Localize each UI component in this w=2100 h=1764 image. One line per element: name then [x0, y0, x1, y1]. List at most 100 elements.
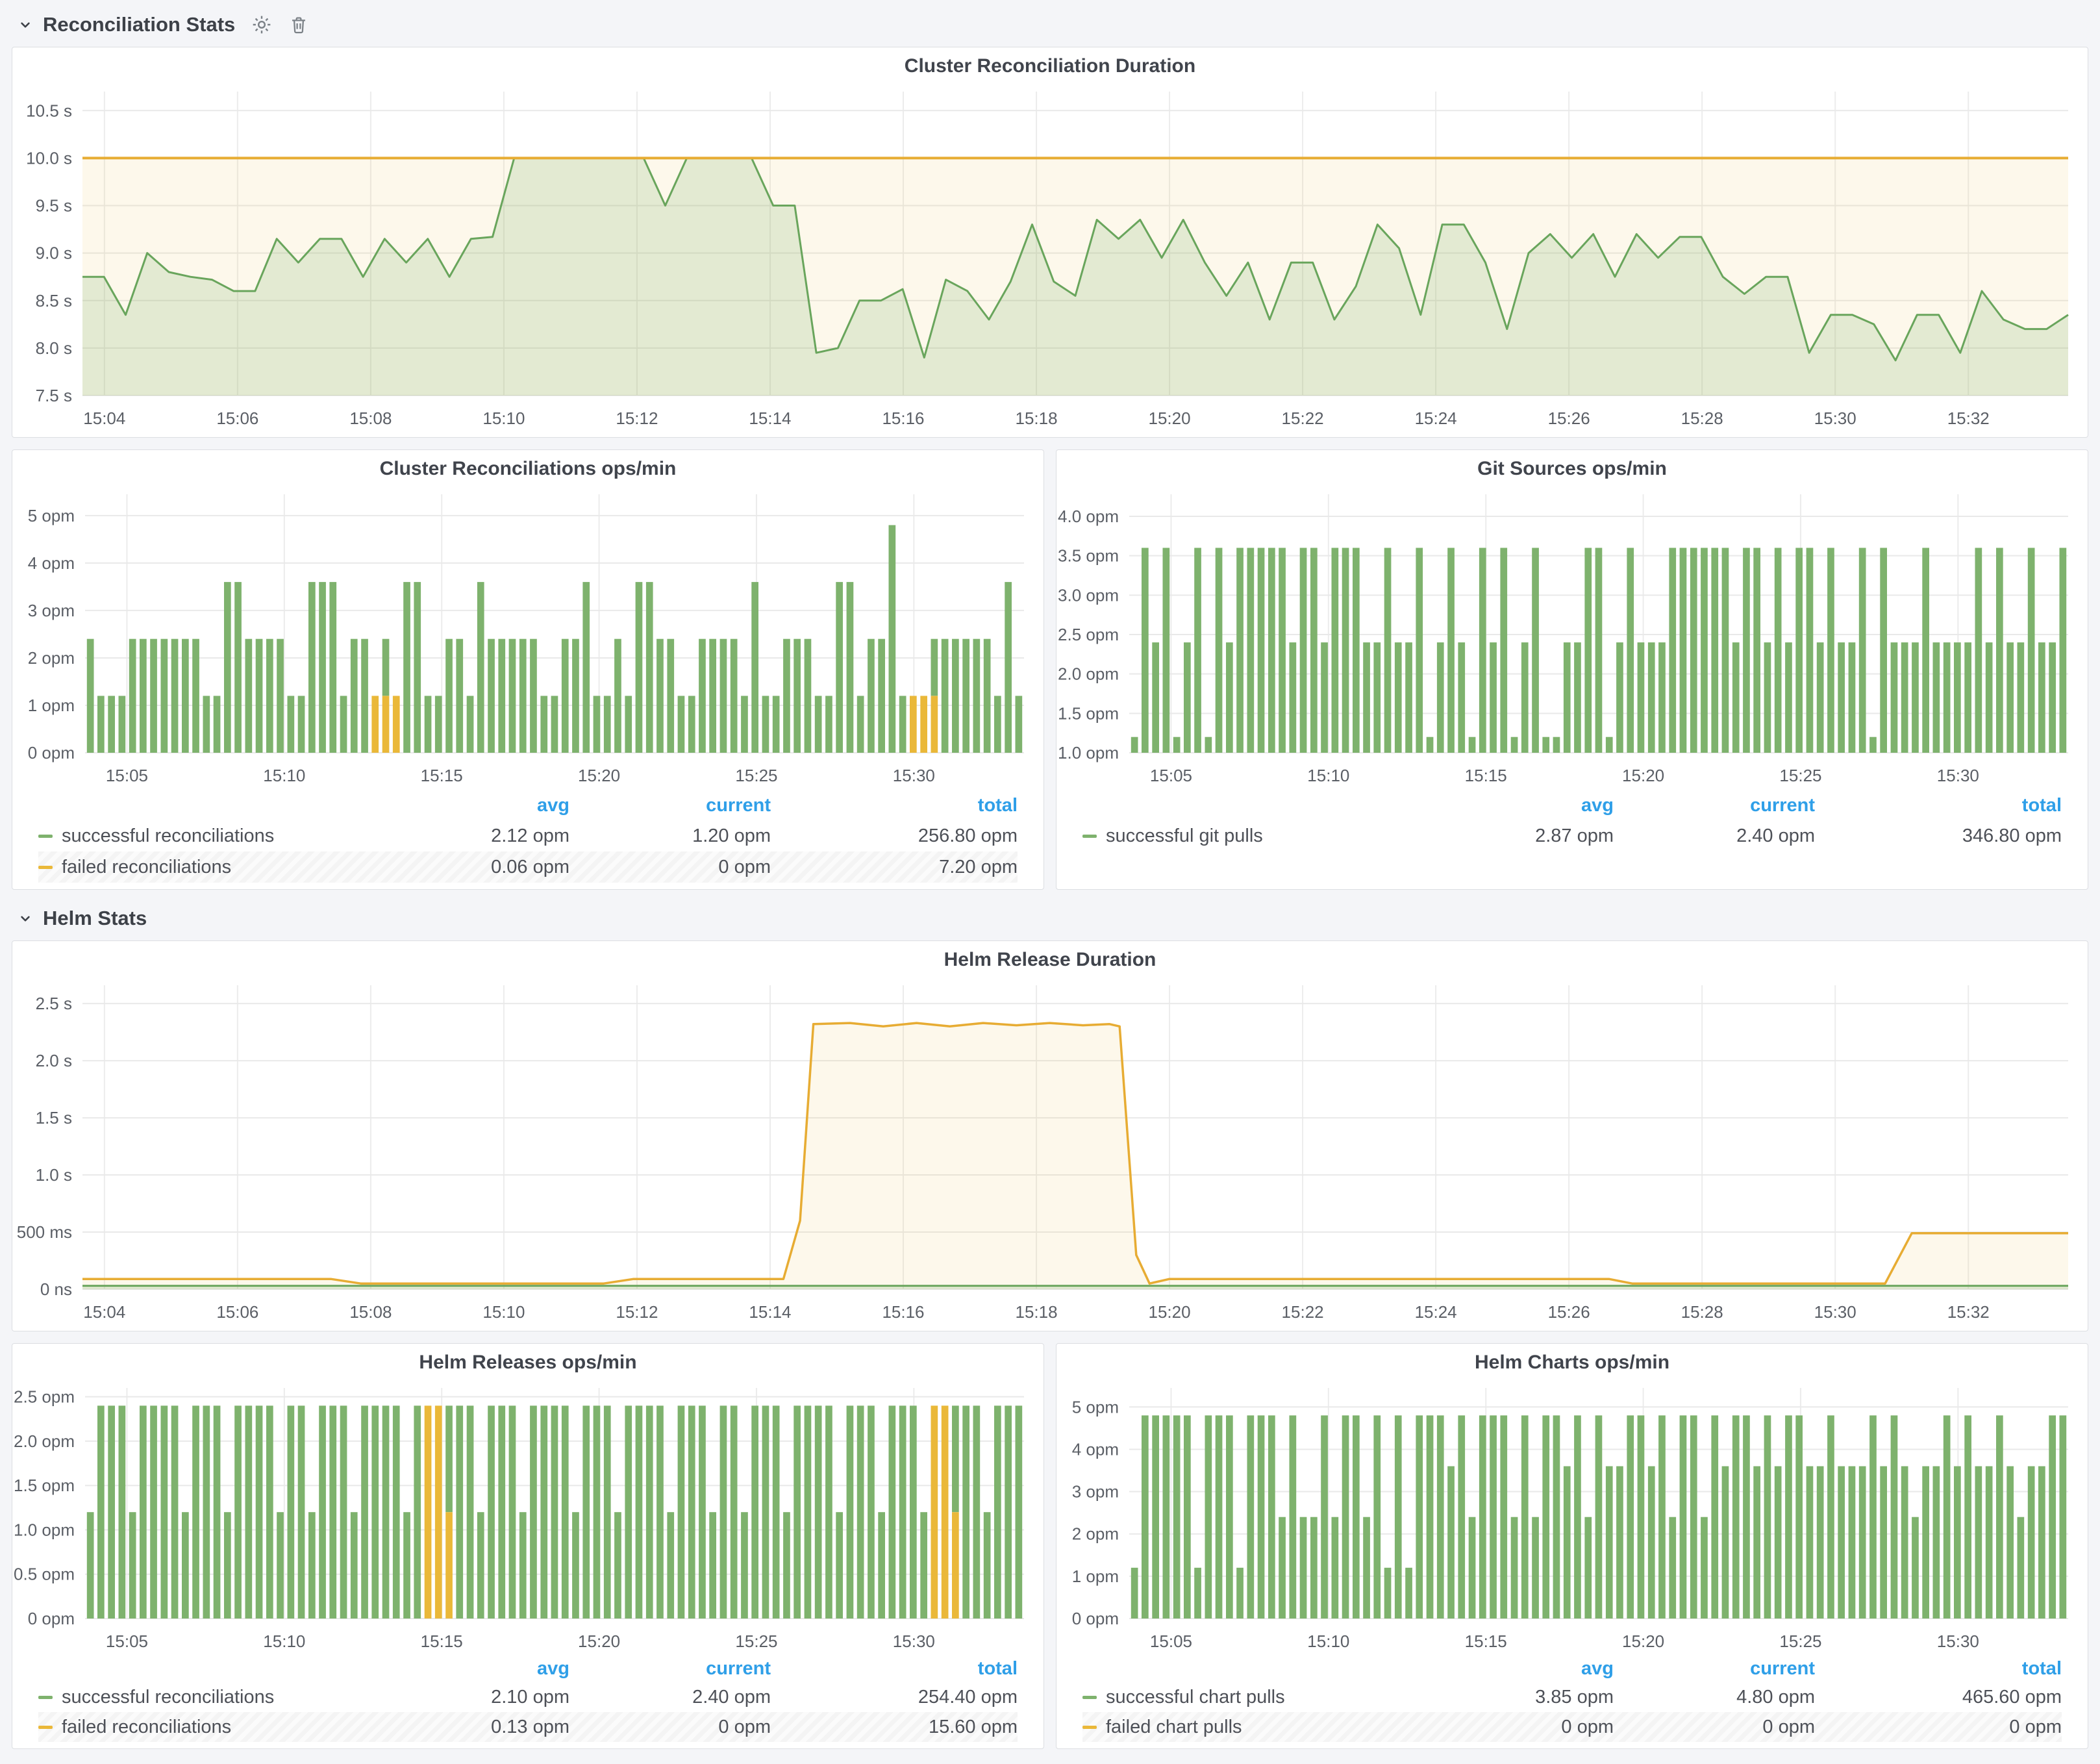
bar-successful-reconciliations[interactable]	[709, 639, 716, 753]
bar-successful-git-pulls[interactable]	[1542, 737, 1549, 753]
bar-successful-git-pulls[interactable]	[1806, 548, 1814, 753]
bar-successful-chart-pulls[interactable]	[1131, 1568, 1138, 1619]
bar-successful-git-pulls[interactable]	[1458, 642, 1465, 753]
bar-successful-reconciliations[interactable]	[329, 582, 336, 753]
bar-successful-git-pulls[interactable]	[1353, 548, 1360, 753]
bar-successful-reconciliations[interactable]	[952, 1405, 959, 1512]
bar-successful-reconciliations[interactable]	[962, 1405, 969, 1619]
bar-successful-chart-pulls[interactable]	[1152, 1415, 1159, 1619]
legend-series-label-successful-reconciliations[interactable]: successful reconciliations	[62, 1687, 274, 1708]
bar-successful-reconciliations[interactable]	[594, 696, 601, 753]
bar-successful-reconciliations[interactable]	[667, 1512, 674, 1619]
bar-successful-reconciliations[interactable]	[119, 696, 126, 753]
bar-successful-reconciliations[interactable]	[656, 1405, 664, 1619]
bar-successful-reconciliations[interactable]	[530, 639, 537, 753]
bar-successful-git-pulls[interactable]	[1321, 642, 1328, 753]
bar-successful-reconciliations[interactable]	[540, 1405, 547, 1619]
bar-successful-reconciliations[interactable]	[519, 1512, 527, 1619]
bar-successful-chart-pulls[interactable]	[2018, 1517, 2025, 1619]
bar-successful-reconciliations[interactable]	[825, 696, 832, 753]
bar-successful-chart-pulls[interactable]	[1701, 1517, 1708, 1619]
bar-successful-reconciliations[interactable]	[720, 639, 727, 753]
bar-successful-reconciliations[interactable]	[551, 696, 558, 753]
bar-successful-reconciliations[interactable]	[847, 1405, 854, 1619]
legend-column-avg[interactable]: avg	[375, 1658, 569, 1680]
bar-successful-reconciliations[interactable]	[815, 696, 822, 753]
bar-successful-chart-pulls[interactable]	[1405, 1568, 1412, 1619]
bar-successful-reconciliations[interactable]	[361, 1405, 368, 1619]
bar-successful-git-pulls[interactable]	[1954, 642, 1961, 753]
bar-successful-reconciliations[interactable]	[604, 696, 611, 753]
bar-successful-git-pulls[interactable]	[1764, 642, 1771, 753]
bar-successful-reconciliations[interactable]	[403, 582, 410, 753]
chart-git-sources-opm[interactable]: 4.0 opm3.5 opm3.0 opm2.5 opm2.0 opm1.5 o…	[1056, 485, 2088, 790]
bar-successful-chart-pulls[interactable]	[1216, 1415, 1223, 1619]
panel-title[interactable]: Git Sources ops/min	[1056, 450, 2088, 485]
bar-successful-reconciliations[interactable]	[899, 696, 906, 753]
bar-successful-reconciliations[interactable]	[97, 696, 105, 753]
bar-successful-chart-pulls[interactable]	[1458, 1415, 1465, 1619]
bar-successful-chart-pulls[interactable]	[1891, 1415, 1898, 1619]
bar-successful-reconciliations[interactable]	[656, 639, 664, 753]
bar-successful-reconciliations[interactable]	[931, 639, 938, 696]
bar-failed-reconciliations[interactable]	[952, 1512, 959, 1619]
bar-successful-git-pulls[interactable]	[1310, 548, 1318, 753]
bar-successful-chart-pulls[interactable]	[1500, 1415, 1507, 1619]
bar-successful-chart-pulls[interactable]	[1595, 1415, 1603, 1619]
bar-successful-chart-pulls[interactable]	[1511, 1517, 1518, 1619]
bar-failed-reconciliations[interactable]	[371, 696, 379, 753]
legend-column-current[interactable]: current	[1614, 1658, 1815, 1680]
bar-successful-chart-pulls[interactable]	[1268, 1415, 1275, 1619]
chart-helm-charts-opm[interactable]: 5 opm4 opm3 opm2 opm1 opm0 opm15:0515:10…	[1056, 1379, 2088, 1655]
bar-successful-git-pulls[interactable]	[1511, 737, 1518, 753]
bar-successful-git-pulls[interactable]	[2006, 642, 2014, 753]
bar-successful-chart-pulls[interactable]	[1553, 1415, 1560, 1619]
bar-successful-git-pulls[interactable]	[2018, 642, 2025, 753]
bar-successful-reconciliations[interactable]	[519, 639, 527, 753]
bar-successful-git-pulls[interactable]	[1184, 642, 1191, 753]
bar-successful-git-pulls[interactable]	[1701, 548, 1708, 753]
legend-column-total[interactable]: total	[771, 795, 1018, 816]
bar-successful-chart-pulls[interactable]	[1184, 1415, 1191, 1619]
bar-successful-git-pulls[interactable]	[1258, 548, 1265, 753]
bar-successful-reconciliations[interactable]	[731, 1405, 738, 1619]
bar-successful-reconciliations[interactable]	[277, 639, 284, 753]
bar-successful-reconciliations[interactable]	[582, 582, 590, 753]
bar-successful-git-pulls[interactable]	[1205, 737, 1212, 753]
bar-successful-chart-pulls[interactable]	[1532, 1517, 1539, 1619]
bar-successful-reconciliations[interactable]	[762, 1405, 769, 1619]
panel-title[interactable]: Helm Releases ops/min	[12, 1344, 1044, 1379]
legend-series-label-successful-reconciliations[interactable]: successful reconciliations	[62, 825, 274, 847]
bar-successful-chart-pulls[interactable]	[1975, 1467, 1982, 1619]
bar-successful-reconciliations[interactable]	[266, 1405, 273, 1619]
legend-column-total[interactable]: total	[1815, 795, 2062, 816]
panel-title[interactable]: Cluster Reconciliation Duration	[12, 47, 2088, 82]
bar-successful-reconciliations[interactable]	[636, 1405, 643, 1619]
bar-successful-git-pulls[interactable]	[1405, 642, 1412, 753]
bar-successful-reconciliations[interactable]	[540, 696, 547, 753]
bar-successful-chart-pulls[interactable]	[1373, 1415, 1381, 1619]
bar-successful-git-pulls[interactable]	[1732, 642, 1740, 753]
bar-successful-chart-pulls[interactable]	[1711, 1415, 1718, 1619]
bar-successful-chart-pulls[interactable]	[1332, 1517, 1339, 1619]
bar-successful-git-pulls[interactable]	[1342, 548, 1349, 753]
bar-successful-reconciliations[interactable]	[984, 639, 991, 753]
bar-successful-chart-pulls[interactable]	[1964, 1415, 1971, 1619]
bar-successful-chart-pulls[interactable]	[1384, 1568, 1392, 1619]
panel-title[interactable]: Cluster Reconciliations ops/min	[12, 450, 1044, 485]
bar-failed-reconciliations[interactable]	[425, 1405, 432, 1619]
bar-failed-reconciliations[interactable]	[931, 1405, 938, 1619]
bar-successful-git-pulls[interactable]	[1901, 642, 1908, 753]
bar-successful-reconciliations[interactable]	[741, 1512, 748, 1619]
bar-successful-reconciliations[interactable]	[182, 1512, 189, 1619]
bar-successful-git-pulls[interactable]	[1236, 548, 1244, 753]
bar-successful-reconciliations[interactable]	[298, 1405, 305, 1619]
bar-successful-reconciliations[interactable]	[614, 639, 621, 753]
bar-successful-git-pulls[interactable]	[1363, 642, 1370, 753]
bar-successful-reconciliations[interactable]	[984, 1512, 991, 1619]
bar-successful-chart-pulls[interactable]	[1163, 1415, 1170, 1619]
bar-successful-reconciliations[interactable]	[129, 639, 136, 753]
bar-successful-git-pulls[interactable]	[1395, 642, 1402, 753]
bar-successful-reconciliations[interactable]	[794, 1405, 801, 1619]
bar-successful-chart-pulls[interactable]	[1205, 1415, 1212, 1619]
